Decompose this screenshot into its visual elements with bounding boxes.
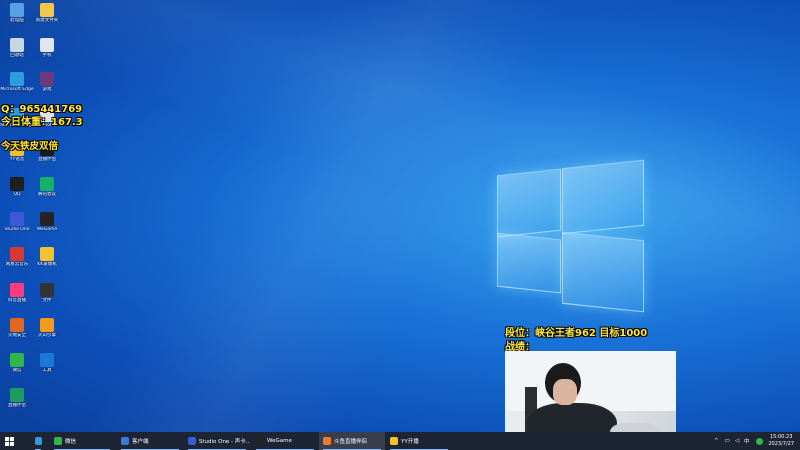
phone-icon bbox=[40, 38, 54, 52]
desktop-icon-label: 抖音直播 bbox=[8, 298, 26, 303]
double-reward-text: 今天铁皮双倍 bbox=[1, 141, 59, 152]
taskbar-app-label: WeGame bbox=[267, 438, 292, 444]
chevron-up-icon[interactable]: ^ bbox=[714, 438, 719, 444]
desktop-icon[interactable]: 火绒安全 bbox=[0, 318, 34, 338]
desktop-icon-label: 微信 bbox=[12, 368, 22, 373]
taskbar-app-label: 斗鱼直播伴侣 bbox=[334, 439, 368, 445]
desktop-icon[interactable]: 游戏 bbox=[30, 72, 64, 92]
start-button[interactable] bbox=[5, 432, 14, 450]
desktop-icon[interactable]: 工具 bbox=[30, 353, 64, 373]
desktop-icon[interactable]: 此电脑 bbox=[0, 3, 34, 23]
network-icon[interactable]: ▭ bbox=[725, 438, 730, 444]
desktop-icon-label: KK录像机 bbox=[37, 262, 57, 267]
douyin-icon bbox=[10, 283, 24, 297]
wallpaper-light-beam-2 bbox=[0, 0, 800, 450]
desktop-icon[interactable]: 手机 bbox=[30, 38, 64, 58]
desktop-icon-label: 火山引擎 bbox=[38, 333, 56, 338]
recorder-icon bbox=[40, 247, 54, 261]
folder-icon bbox=[40, 3, 54, 17]
studio-one-icon bbox=[188, 437, 196, 445]
desktop-icon[interactable]: KK录像机 bbox=[30, 247, 64, 267]
desktop-icon-label: WeGame bbox=[36, 227, 58, 232]
edge-icon bbox=[35, 437, 42, 445]
edge-icon bbox=[10, 72, 24, 86]
desktop-icon-label: 手机 bbox=[42, 53, 52, 58]
desktop-icon-label: 直播伴侣 bbox=[38, 157, 56, 162]
taskbar-app-button[interactable]: 微信 bbox=[50, 432, 114, 450]
taskbar-app-button[interactable] bbox=[31, 432, 45, 450]
studio-one-icon bbox=[10, 212, 24, 226]
windows-logo-wallpaper bbox=[497, 159, 644, 313]
computer-icon bbox=[10, 3, 24, 17]
clock[interactable]: 15:00:23 2023/7/27 bbox=[768, 434, 794, 448]
desktop-icon[interactable]: 文件 bbox=[30, 283, 64, 303]
qq-icon bbox=[10, 177, 24, 191]
desktop-icon[interactable]: Microsoft Edge bbox=[0, 72, 34, 92]
desktop-icon-label: 此电脑 bbox=[10, 18, 24, 23]
taskbar-app-label: Studio One - 声卡... bbox=[198, 439, 250, 445]
taskbar: 微信 客户端 Studio One - 声卡... WeGame 斗鱼直播伴侣 YY开播 … bbox=[0, 432, 800, 450]
desktop-icon[interactable]: QQ bbox=[0, 177, 34, 197]
wegame-icon bbox=[40, 212, 54, 226]
desktop-icon-label: 直播伴侣 bbox=[8, 403, 26, 408]
ime-indicator[interactable]: 中 bbox=[744, 437, 750, 445]
clock-date: 2023/7/27 bbox=[768, 441, 794, 447]
taskbar-app-label: 客户端 bbox=[132, 439, 149, 445]
desktop-icon[interactable]: Studio One bbox=[0, 212, 34, 232]
rank-text: 段位：峡谷王者962 目标1000 bbox=[505, 328, 648, 339]
desktop-icon-label: 新建文件夹 bbox=[35, 18, 59, 23]
desktop-icon-label: 回收站 bbox=[10, 53, 24, 58]
douyu-icon bbox=[323, 437, 331, 445]
live-assistant-icon bbox=[10, 388, 24, 402]
wechat-icon bbox=[54, 437, 62, 445]
game-icon bbox=[40, 72, 54, 86]
desktop-icon-label: 腾讯会议 bbox=[38, 192, 56, 197]
desktop-icon[interactable]: 回收站 bbox=[0, 38, 34, 58]
taskbar-app-button[interactable]: YY开播 bbox=[386, 432, 452, 450]
taskbar-app-button[interactable]: WeGame bbox=[252, 432, 318, 450]
desktop-icon[interactable]: 网易云音乐 bbox=[0, 247, 34, 267]
taskbar-app-button[interactable]: 客户端 bbox=[117, 432, 183, 450]
taskbar-app-button[interactable]: 斗鱼直播伴侣 bbox=[319, 432, 385, 450]
desktop-icon[interactable]: WeGame bbox=[30, 212, 64, 232]
desktop-icon-label: Studio One bbox=[4, 227, 30, 232]
desktop-icon-label: 文件 bbox=[42, 298, 52, 303]
yy-icon bbox=[390, 437, 398, 445]
volcano-icon bbox=[40, 318, 54, 332]
desktop-icon-label: 游戏 bbox=[42, 87, 52, 92]
desktop-icon[interactable]: 微信 bbox=[0, 353, 34, 373]
weight-text: 今日体重：167.3 bbox=[1, 117, 83, 128]
desktop-icon-label: Microsoft Edge bbox=[0, 87, 34, 92]
desktop-icon[interactable]: 火山引擎 bbox=[30, 318, 64, 338]
desktop-icon-label: 网易云音乐 bbox=[5, 262, 29, 267]
meeting-icon bbox=[40, 177, 54, 191]
taskbar-app-button[interactable]: Studio One - 声卡... bbox=[184, 432, 250, 450]
notification-badge-icon[interactable] bbox=[755, 437, 763, 445]
music-icon bbox=[10, 247, 24, 261]
volume-icon[interactable]: ◁ bbox=[735, 438, 739, 444]
desktop-icon-label: QQ bbox=[13, 192, 21, 197]
wegame-icon bbox=[256, 437, 264, 445]
tool-icon bbox=[40, 353, 54, 367]
taskbar-app-label: YY开播 bbox=[401, 439, 419, 445]
taskbar-app-label: 微信 bbox=[65, 439, 77, 445]
desktop-icon-label: YY语音 bbox=[9, 157, 25, 162]
desktop-icon-label: 火绒安全 bbox=[8, 333, 26, 338]
desktop-icon[interactable]: 新建文件夹 bbox=[30, 3, 64, 23]
windows-start-icon bbox=[5, 436, 14, 446]
desktop-icon[interactable]: 直播伴侣 bbox=[0, 388, 34, 408]
system-tray: ^ ▭ ◁ 中 bbox=[714, 432, 763, 450]
desktop-icon[interactable]: 腾讯会议 bbox=[30, 177, 64, 197]
desktop-icon-label: 工具 bbox=[42, 368, 52, 373]
clock-time: 15:00:23 bbox=[769, 434, 793, 440]
desktop-icon[interactable]: 抖音直播 bbox=[0, 283, 34, 303]
client-icon bbox=[121, 437, 129, 445]
security-icon bbox=[10, 318, 24, 332]
recycle-bin-icon bbox=[10, 38, 24, 52]
file-icon bbox=[40, 283, 54, 297]
wechat-icon bbox=[10, 353, 24, 367]
